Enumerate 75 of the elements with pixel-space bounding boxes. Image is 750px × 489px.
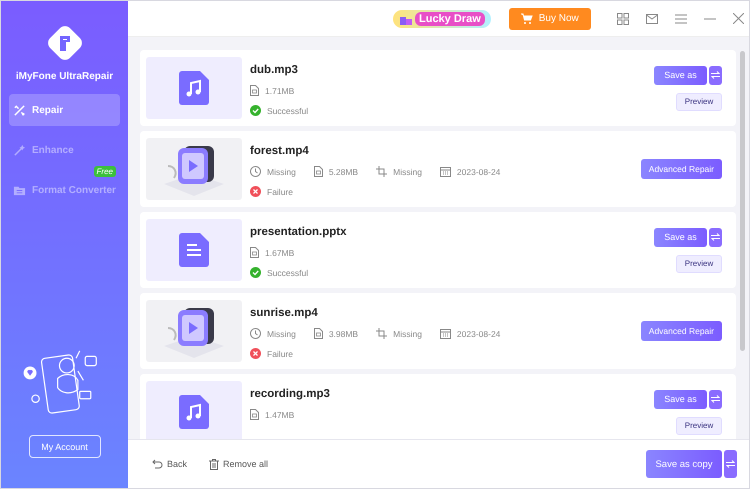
file-meta-text: Missing: [267, 166, 296, 176]
file-icon: [314, 328, 323, 339]
file-meta-text: Missing: [393, 328, 422, 338]
back-button[interactable]: Back: [152, 459, 188, 469]
remove-all-button[interactable]: Remove all: [209, 458, 268, 470]
file-meta-text: 1.71MB: [265, 86, 294, 96]
repair-status-text: Failure: [267, 186, 293, 196]
format-swap-button[interactable]: [709, 228, 722, 246]
format-swap-button[interactable]: [709, 390, 722, 408]
error-circle-icon: [250, 348, 261, 359]
advanced-repair-button[interactable]: Advanced Repair: [640, 321, 722, 341]
swap-arrows-icon: [726, 460, 735, 468]
file-meta-text: Missing: [393, 166, 422, 176]
file-name: recording.mp3: [250, 388, 331, 400]
file-name: dub.mp3: [250, 64, 299, 76]
sidebar-nav-item[interactable]: Repair: [9, 94, 120, 126]
grid-icon[interactable]: [616, 12, 629, 24]
clock-icon: [250, 166, 261, 177]
file-meta-text: 1.67MB: [265, 248, 294, 258]
calendar-icon: [440, 328, 451, 339]
check-circle-icon: [250, 105, 261, 116]
file-meta-text: 2023-08-24: [456, 328, 500, 338]
clock-icon: [250, 328, 261, 339]
calendar-icon: [440, 166, 451, 177]
tools-icon: [13, 104, 26, 116]
file-name: presentation.pptx: [250, 226, 348, 238]
advanced-repair-button[interactable]: Advanced Repair: [640, 159, 722, 179]
document-file-icon: [179, 233, 209, 267]
music-file-icon: [179, 71, 209, 105]
repair-status-text: Successful: [267, 268, 308, 278]
file-icon: [314, 166, 323, 177]
minimize-icon[interactable]: [704, 18, 716, 20]
magic-wand-icon: [13, 144, 26, 156]
undo-arrow-icon: [152, 459, 163, 469]
save-as-button[interactable]: Save as: [654, 390, 707, 408]
file-icon: [250, 409, 259, 420]
lucky-draw-label: Lucky Draw: [415, 12, 485, 26]
lucky-draw-banner[interactable]: Lucky Draw: [393, 10, 491, 28]
file-name: sunrise.mp4: [250, 307, 319, 319]
cart-icon: [520, 12, 533, 24]
menu-icon[interactable]: [674, 14, 687, 24]
format-swap-button[interactable]: [724, 450, 737, 478]
swap-arrows-icon: [711, 71, 720, 79]
file-icon: [250, 247, 259, 258]
swap-arrows-icon: [711, 395, 720, 403]
music-file-icon: [179, 395, 209, 429]
file-meta-text: 1.47MB: [265, 410, 294, 420]
file-meta-text: Missing: [267, 328, 296, 338]
save-as-copy-button[interactable]: Save as copy: [646, 450, 722, 478]
crop-icon: [376, 166, 388, 177]
preview-button[interactable]: Preview: [676, 92, 722, 110]
file-icon: [250, 85, 259, 96]
my-account-button[interactable]: My Account: [28, 435, 100, 458]
format-swap-button[interactable]: [709, 66, 722, 84]
buy-now-button[interactable]: Buy Now: [508, 8, 591, 30]
crop-icon: [376, 328, 388, 339]
swap-arrows-icon: [711, 233, 720, 241]
file-meta-text: 2023-08-24: [456, 166, 500, 176]
repair-status-text: Successful: [267, 106, 308, 116]
file-meta-text: 3.98MB: [328, 328, 358, 338]
app-name: iMyFone UltraRepair: [16, 71, 114, 82]
preview-button[interactable]: Preview: [676, 416, 722, 434]
save-as-button[interactable]: Save as: [654, 66, 707, 84]
sidebar-nav-item[interactable]: Enhance: [9, 134, 120, 166]
mail-icon[interactable]: [646, 14, 658, 24]
trash-icon: [209, 458, 220, 470]
close-icon[interactable]: [732, 13, 744, 24]
preview-button[interactable]: Preview: [676, 254, 722, 272]
file-name: forest.mp4: [250, 145, 310, 157]
file-meta-text: 5.28MB: [328, 166, 358, 176]
error-circle-icon: [250, 186, 261, 197]
save-as-button[interactable]: Save as: [654, 228, 707, 246]
check-circle-icon: [250, 267, 261, 278]
repair-status-text: Failure: [267, 348, 293, 358]
free-badge: Free: [94, 166, 116, 177]
